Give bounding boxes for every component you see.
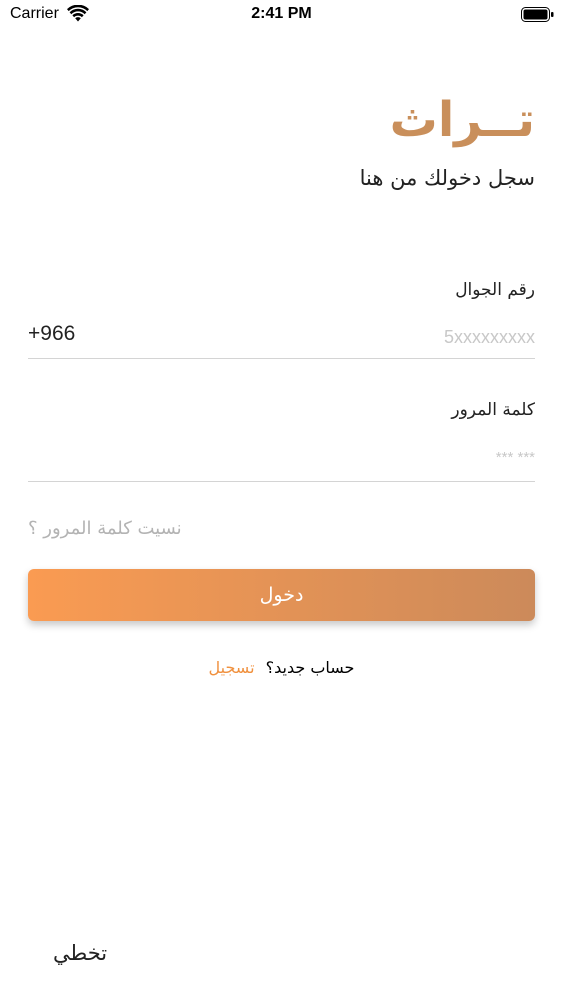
clock: 2:41 PM: [251, 5, 312, 22]
register-question: حساب جديد؟: [265, 658, 355, 677]
phone-label: رقم الجوال: [455, 280, 535, 300]
forgot-password-link[interactable]: نسيت كلمة المرور ؟: [28, 518, 182, 539]
password-input[interactable]: [28, 440, 535, 474]
status-bar: Carrier 2:41 PM: [0, 0, 563, 30]
password-label: كلمة المرور: [451, 400, 535, 420]
country-code: +966: [28, 322, 76, 345]
login-button[interactable]: دخول: [28, 569, 535, 621]
page-subtitle: سجل دخولك من هنا: [359, 166, 535, 190]
battery-icon: [521, 7, 554, 22]
skip-button[interactable]: تخطي: [53, 941, 107, 965]
register-link[interactable]: تسجيل: [209, 658, 255, 677]
password-divider: [28, 481, 535, 482]
register-row: حساب جديد؟ تسجيل: [0, 658, 563, 677]
phone-input[interactable]: [120, 320, 535, 354]
app-logo: تــراث: [389, 92, 535, 148]
phone-divider: [28, 358, 535, 359]
